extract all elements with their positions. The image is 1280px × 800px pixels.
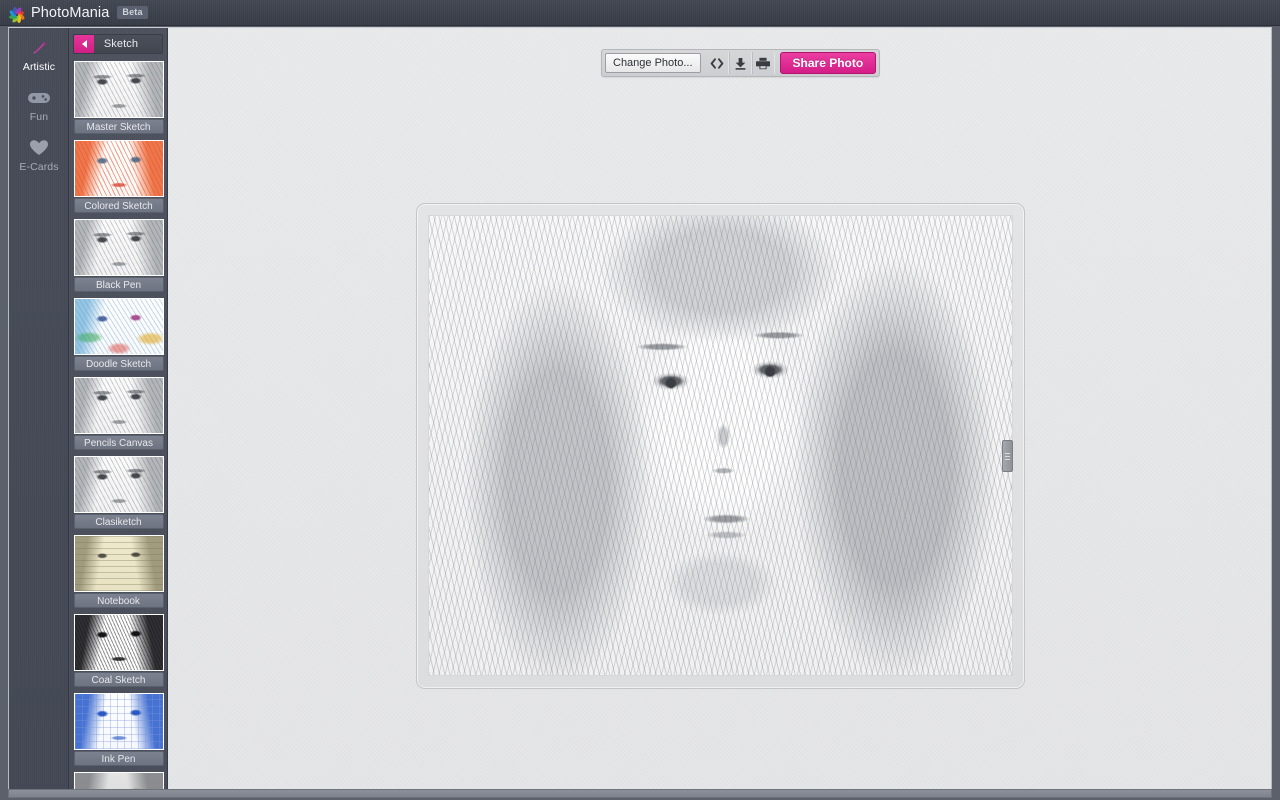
filter-thumbnail bbox=[74, 219, 164, 276]
rail-item-ecards[interactable]: E-Cards bbox=[9, 128, 69, 178]
filter-thumbnail bbox=[74, 772, 164, 789]
filter-item-coal-sketch[interactable]: Coal Sketch bbox=[69, 614, 168, 687]
page-body: Artistic Fun bbox=[0, 26, 1280, 800]
filter-item-black-pen[interactable]: Black Pen bbox=[69, 219, 168, 292]
embed-code-icon[interactable] bbox=[706, 52, 729, 74]
filter-label: Black Pen bbox=[74, 277, 164, 292]
rail-label-fun: Fun bbox=[9, 111, 69, 123]
filter-label: Pencils Canvas bbox=[74, 435, 164, 450]
pinwheel-logo-icon bbox=[8, 4, 25, 21]
beta-badge: Beta bbox=[117, 6, 147, 19]
app-header: PhotoMania Beta bbox=[0, 0, 1280, 26]
filter-item-pencils-canvas[interactable]: Pencils Canvas bbox=[69, 377, 168, 450]
photomania-app: PhotoMania Beta Artistic bbox=[0, 0, 1280, 800]
brand-title: PhotoMania bbox=[31, 5, 109, 21]
filter-panel-header: Sketch bbox=[73, 34, 163, 54]
bottom-scrollbar[interactable] bbox=[8, 789, 1272, 798]
filter-thumbnail bbox=[74, 61, 164, 118]
paintbrush-icon bbox=[9, 37, 69, 59]
photo-canvas[interactable] bbox=[428, 215, 1013, 676]
rail-item-fun[interactable]: Fun bbox=[9, 78, 69, 128]
photo-toolbar: Change Photo... bbox=[601, 49, 880, 77]
print-icon[interactable] bbox=[752, 52, 775, 74]
filter-thumbnail bbox=[74, 140, 164, 197]
toolbar-icon-group bbox=[706, 52, 775, 74]
filter-label: Doodle Sketch bbox=[74, 356, 164, 371]
filter-panel: Sketch Master Sketch Colored Sketch Blac… bbox=[69, 28, 168, 789]
filter-thumbnail bbox=[74, 456, 164, 513]
filter-list[interactable]: Master Sketch Colored Sketch Black Pen D… bbox=[69, 61, 168, 789]
filter-thumbnail bbox=[74, 298, 164, 355]
filter-item-colored-sketch[interactable]: Colored Sketch bbox=[69, 140, 168, 213]
category-rail: Artistic Fun bbox=[9, 28, 69, 789]
filter-label: Coal Sketch bbox=[74, 672, 164, 687]
filter-item-notebook[interactable]: Notebook bbox=[69, 535, 168, 608]
rail-label-ecards: E-Cards bbox=[9, 161, 69, 173]
filter-label: Ink Pen bbox=[74, 751, 164, 766]
filter-panel-title: Sketch bbox=[94, 38, 162, 50]
chevron-left-icon[interactable] bbox=[74, 35, 94, 53]
sketch-portrait-image bbox=[429, 216, 1012, 675]
filter-thumbnail bbox=[74, 535, 164, 592]
filter-label: Clasiketch bbox=[74, 514, 164, 529]
filter-thumbnail bbox=[74, 693, 164, 750]
photo-frame bbox=[416, 203, 1025, 689]
filter-label: Master Sketch bbox=[74, 119, 164, 134]
rail-label-artistic: Artistic bbox=[9, 61, 69, 73]
filter-label: Colored Sketch bbox=[74, 198, 164, 213]
download-icon[interactable] bbox=[729, 52, 752, 74]
heart-icon bbox=[9, 137, 69, 159]
filter-item-master-sketch[interactable]: Master Sketch bbox=[69, 61, 168, 134]
filter-thumbnail bbox=[74, 614, 164, 671]
change-photo-button[interactable]: Change Photo... bbox=[605, 53, 701, 73]
rail-item-artistic[interactable]: Artistic bbox=[9, 28, 69, 78]
filter-item-doodle-sketch[interactable]: Doodle Sketch bbox=[69, 298, 168, 371]
filter-item-ink-pen[interactable]: Ink Pen bbox=[69, 693, 168, 766]
gamepad-icon bbox=[9, 87, 69, 109]
filter-label: Notebook bbox=[74, 593, 164, 608]
filter-thumbnail bbox=[74, 377, 164, 434]
share-photo-button[interactable]: Share Photo bbox=[780, 52, 877, 74]
filter-item-next-partial[interactable] bbox=[69, 772, 168, 789]
filter-item-clasiketch[interactable]: Clasiketch bbox=[69, 456, 168, 529]
photo-resize-handle[interactable] bbox=[1002, 440, 1013, 472]
